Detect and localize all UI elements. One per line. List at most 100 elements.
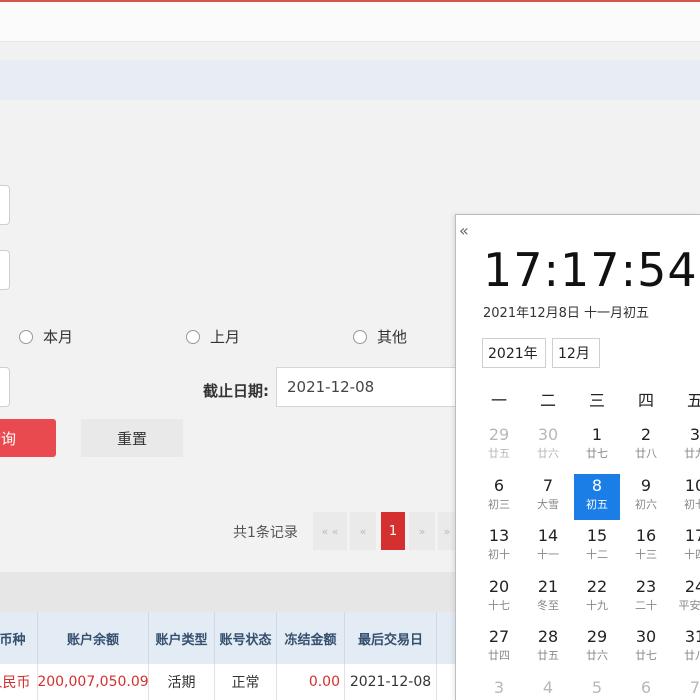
lunar-date: 廿八	[684, 649, 700, 662]
query-button[interactable]: 查询	[0, 419, 56, 457]
weekday-header: 三	[588, 391, 605, 410]
calendar-day[interactable]: 20 十七	[476, 575, 522, 621]
day-number: 7	[542, 475, 554, 495]
calendar-day[interactable]: 27 廿四	[476, 625, 522, 671]
col-currency: 币种	[0, 612, 38, 664]
day-number: 24	[684, 576, 700, 596]
calendar-day[interactable]: 14 十一	[525, 524, 571, 570]
cell-last-trade-date: 2021-12-08	[345, 664, 437, 700]
end-date-input[interactable]: 2021-12-08	[276, 367, 466, 407]
day-number: 30	[537, 425, 559, 444]
calendar-day[interactable]: 13 初十	[476, 524, 522, 570]
day-number: 23	[635, 576, 657, 596]
col-last-trade-date: 最后交易日	[345, 612, 437, 664]
clock-date: 2021年12月8日 十一月初五	[483, 306, 650, 321]
calendar-day[interactable]: 30 廿六	[525, 423, 571, 469]
day-number: 15	[586, 526, 608, 545]
total-records: 共1条记录	[233, 525, 298, 541]
lunar-date: 十二	[586, 548, 608, 561]
calendar-day[interactable]: 1 廿七	[574, 423, 620, 469]
lunar-date: 十九	[586, 598, 608, 612]
prev-page-button[interactable]: «	[350, 512, 376, 550]
day-number: 13	[488, 526, 510, 545]
calendar-day[interactable]: 10 初七	[672, 474, 700, 520]
month-select[interactable]: 12月	[552, 338, 600, 368]
day-number: 7	[689, 677, 700, 697]
calendar-day[interactable]: 22 十九	[574, 575, 620, 621]
col-frozen-amount: 冻结金额	[277, 612, 345, 664]
weekday-header: 一	[490, 391, 507, 410]
calendar-day[interactable]: 2 廿八	[623, 423, 669, 469]
day-number: 3	[493, 677, 505, 697]
calendar-day[interactable]: 6 初三	[476, 474, 522, 520]
collapse-chevron-icon[interactable]: «	[459, 221, 469, 240]
day-number: 28	[537, 627, 559, 646]
calendar-day[interactable]: 23 二十	[623, 575, 669, 621]
weekday-header: 四	[637, 391, 654, 410]
calendar-day[interactable]: 29 廿五	[476, 423, 522, 469]
radio-circle-icon	[186, 329, 200, 344]
day-number: 14	[537, 526, 559, 545]
calendar-day[interactable]: 5	[574, 676, 620, 700]
day-number: 2	[640, 425, 652, 444]
calendar-day[interactable]: 7	[672, 676, 700, 700]
year-select[interactable]: 2021年	[482, 338, 546, 368]
calendar-day[interactable]: 28 廿五	[525, 625, 571, 671]
start-date-input[interactable]	[0, 367, 10, 407]
calendar-day[interactable]: 3	[476, 676, 522, 700]
page-1-button[interactable]: 1	[381, 512, 405, 550]
col-account-type: 账户类型	[149, 612, 215, 664]
section-title-bar	[0, 60, 700, 100]
lunar-date: 冬至	[537, 598, 559, 612]
col-balance: 账户余额	[38, 612, 149, 664]
day-number: 3	[689, 425, 700, 444]
account-name-input[interactable]	[0, 250, 10, 290]
calendar-day[interactable]: 21 冬至	[525, 575, 571, 621]
day-number: 4	[542, 677, 554, 697]
day-number: 16	[635, 526, 657, 545]
first-page-button[interactable]: « «	[313, 512, 347, 550]
calendar-day[interactable]: 17 十四	[672, 524, 700, 570]
calendar-day[interactable]: 29 廿六	[574, 625, 620, 671]
account-input[interactable]	[0, 185, 10, 225]
lunar-date: 平安夜	[678, 598, 700, 612]
day-number: 8	[591, 475, 603, 495]
reset-button[interactable]: 重置	[81, 419, 183, 457]
radio-other[interactable]: 其他	[353, 326, 407, 347]
day-number: 6	[493, 475, 505, 495]
cell-currency: 人民币	[0, 664, 38, 700]
lunar-date: 十一	[537, 548, 559, 561]
radio-label: 其他	[377, 328, 408, 346]
calendar-day[interactable]: 3 廿九	[672, 423, 700, 469]
cell-frozen-amount: 0.00	[277, 664, 345, 700]
lunar-date: 初六	[635, 497, 657, 511]
lunar-date: 初十	[488, 548, 510, 561]
calendar-day[interactable]: 7 大雪	[525, 474, 571, 520]
last-page-button[interactable]: »	[438, 512, 456, 550]
lunar-date: 廿九	[684, 447, 700, 460]
lunar-date: 二十	[635, 598, 657, 612]
calendar-day[interactable]: 9 初六	[623, 474, 669, 520]
next-page-button[interactable]: »	[409, 512, 435, 550]
calendar-day-today[interactable]: 8 初五	[574, 473, 620, 520]
day-number: 29	[586, 627, 608, 646]
day-number: 10	[684, 475, 700, 495]
day-number: 27	[488, 627, 510, 646]
lunar-date: 廿六	[537, 447, 559, 460]
radio-this-month[interactable]: 本月	[19, 326, 73, 347]
calendar-day[interactable]: 16 十三	[623, 524, 669, 570]
end-date-label: 截止日期:	[203, 382, 269, 400]
clock-time: 17:17:54	[483, 243, 698, 297]
calendar-day[interactable]: 31 廿八	[672, 625, 700, 671]
calendar-day[interactable]: 30 廿七	[623, 625, 669, 671]
radio-last-month[interactable]: 上月	[186, 326, 240, 347]
lunar-date: 廿八	[635, 447, 657, 460]
calendar-day[interactable]: 6	[623, 676, 669, 700]
weekday-header: 五	[686, 391, 700, 410]
day-number: 29	[488, 425, 510, 444]
cell-balance: 200,007,050.09	[38, 664, 149, 700]
calendar-day[interactable]: 15 十二	[574, 524, 620, 570]
calendar-day[interactable]: 4	[525, 676, 571, 700]
calendar-day[interactable]: 24 平安夜	[672, 575, 700, 621]
radio-circle-icon	[353, 329, 367, 344]
